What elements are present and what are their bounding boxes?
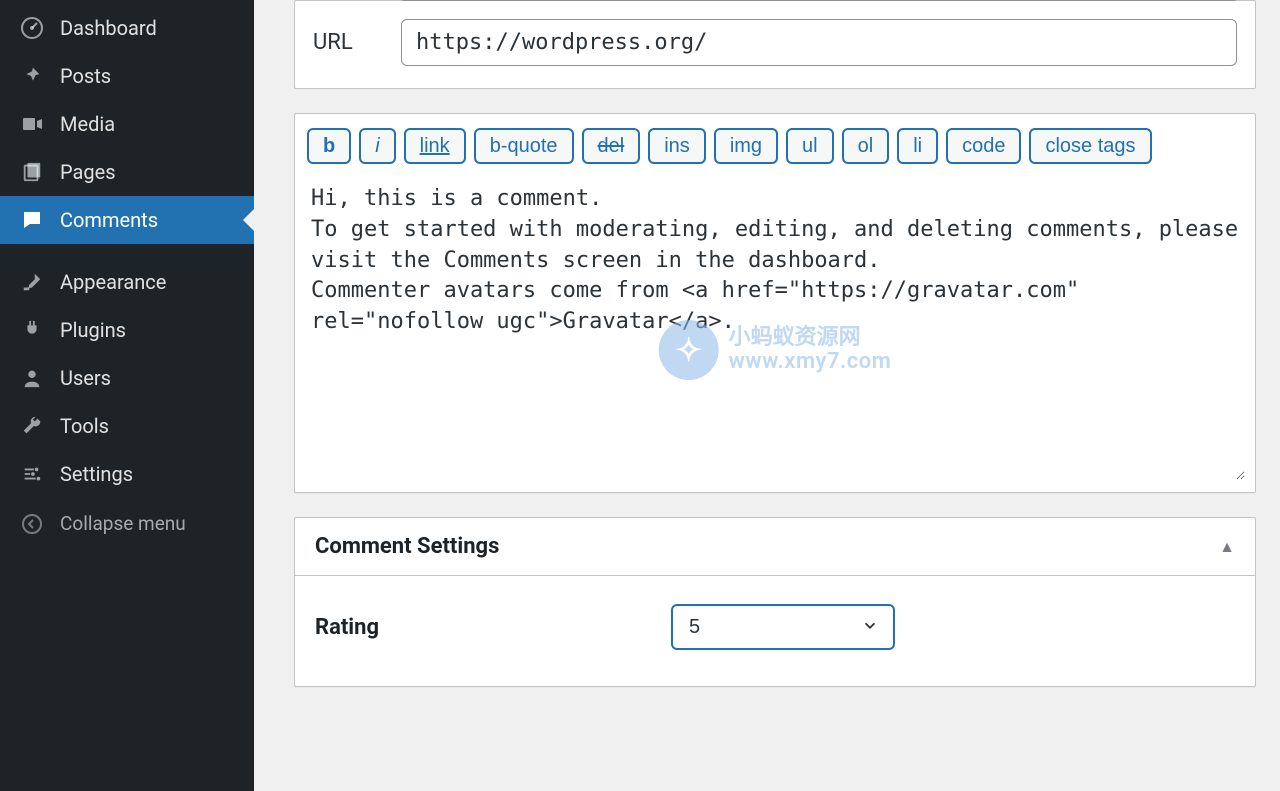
author-panel: URL — [294, 0, 1256, 89]
sidebar-item-label: Posts — [60, 64, 111, 88]
rating-label: Rating — [315, 615, 671, 640]
sidebar-item-pages[interactable]: Pages — [0, 148, 254, 196]
quicktag-b-button[interactable]: b — [307, 128, 351, 164]
quicktag-ol-button[interactable]: ol — [842, 128, 890, 164]
quicktag-ul-button[interactable]: ul — [786, 128, 834, 164]
dashboard-icon — [18, 16, 46, 40]
chevron-up-icon: ▲ — [1219, 537, 1235, 557]
sidebar-item-comments[interactable]: Comments — [0, 196, 254, 244]
comment-icon — [18, 208, 46, 232]
user-icon — [18, 367, 46, 389]
quicktag-i-button[interactable]: i — [359, 128, 395, 164]
media-icon — [18, 112, 46, 136]
comment-settings-title: Comment Settings — [315, 534, 499, 559]
brush-icon — [18, 271, 46, 293]
url-input[interactable] — [401, 19, 1237, 66]
sidebar-item-users[interactable]: Users — [0, 354, 254, 402]
pin-icon — [18, 65, 46, 87]
admin-sidebar: Dashboard Posts Media Pages Comments Appearan… — [0, 0, 254, 791]
sidebar-item-posts[interactable]: Posts — [0, 52, 254, 100]
sidebar-item-plugins[interactable]: Plugins — [0, 306, 254, 354]
page-icon — [18, 161, 46, 183]
sidebar-item-media[interactable]: Media — [0, 100, 254, 148]
main-content: URL bilinkb-quotedelinsimgulollicodeclos… — [254, 0, 1280, 791]
plug-icon — [18, 319, 46, 341]
quicktag-bquote-button[interactable]: b-quote — [474, 128, 574, 164]
sidebar-item-dashboard[interactable]: Dashboard — [0, 4, 254, 52]
comment-editor-panel: bilinkb-quotedelinsimgulollicodeclose ta… — [294, 113, 1256, 493]
sidebar-item-appearance[interactable]: Appearance — [0, 258, 254, 306]
collapse-icon — [18, 514, 46, 534]
sidebar-item-label: Pages — [60, 160, 116, 184]
url-label: URL — [313, 30, 401, 55]
sidebar-item-settings[interactable]: Settings — [0, 450, 254, 498]
sidebar-item-label: Settings — [60, 462, 133, 486]
collapse-menu-button[interactable]: Collapse menu — [0, 498, 254, 547]
comment-settings-toggle[interactable]: Comment Settings ▲ — [295, 518, 1255, 576]
collapse-menu-label: Collapse menu — [60, 512, 186, 535]
sidebar-item-label: Media — [60, 112, 115, 136]
sliders-icon — [18, 463, 46, 485]
quicktags-toolbar: bilinkb-quotedelinsimgulollicodeclose ta… — [305, 124, 1245, 174]
sidebar-item-label: Tools — [60, 414, 109, 438]
quicktag-li-button[interactable]: li — [897, 128, 938, 164]
quicktag-close-button[interactable]: close tags — [1029, 128, 1151, 164]
quicktag-ins-button[interactable]: ins — [648, 128, 706, 164]
quicktag-link-button[interactable]: link — [404, 128, 466, 164]
quicktag-code-button[interactable]: code — [946, 128, 1021, 164]
quicktag-del-button[interactable]: del — [582, 128, 641, 164]
comment-content-textarea[interactable] — [305, 180, 1245, 480]
wrench-icon — [18, 415, 46, 437]
sidebar-item-label: Comments — [60, 208, 158, 232]
sidebar-item-label: Users — [60, 366, 111, 390]
quicktag-img-button[interactable]: img — [714, 128, 778, 164]
sidebar-item-label: Appearance — [60, 270, 166, 294]
sidebar-item-tools[interactable]: Tools — [0, 402, 254, 450]
sidebar-item-label: Plugins — [60, 318, 126, 342]
rating-select[interactable]: 5 — [671, 604, 895, 650]
comment-settings-panel: Comment Settings ▲ Rating 5 — [294, 517, 1256, 687]
sidebar-item-label: Dashboard — [60, 16, 157, 40]
